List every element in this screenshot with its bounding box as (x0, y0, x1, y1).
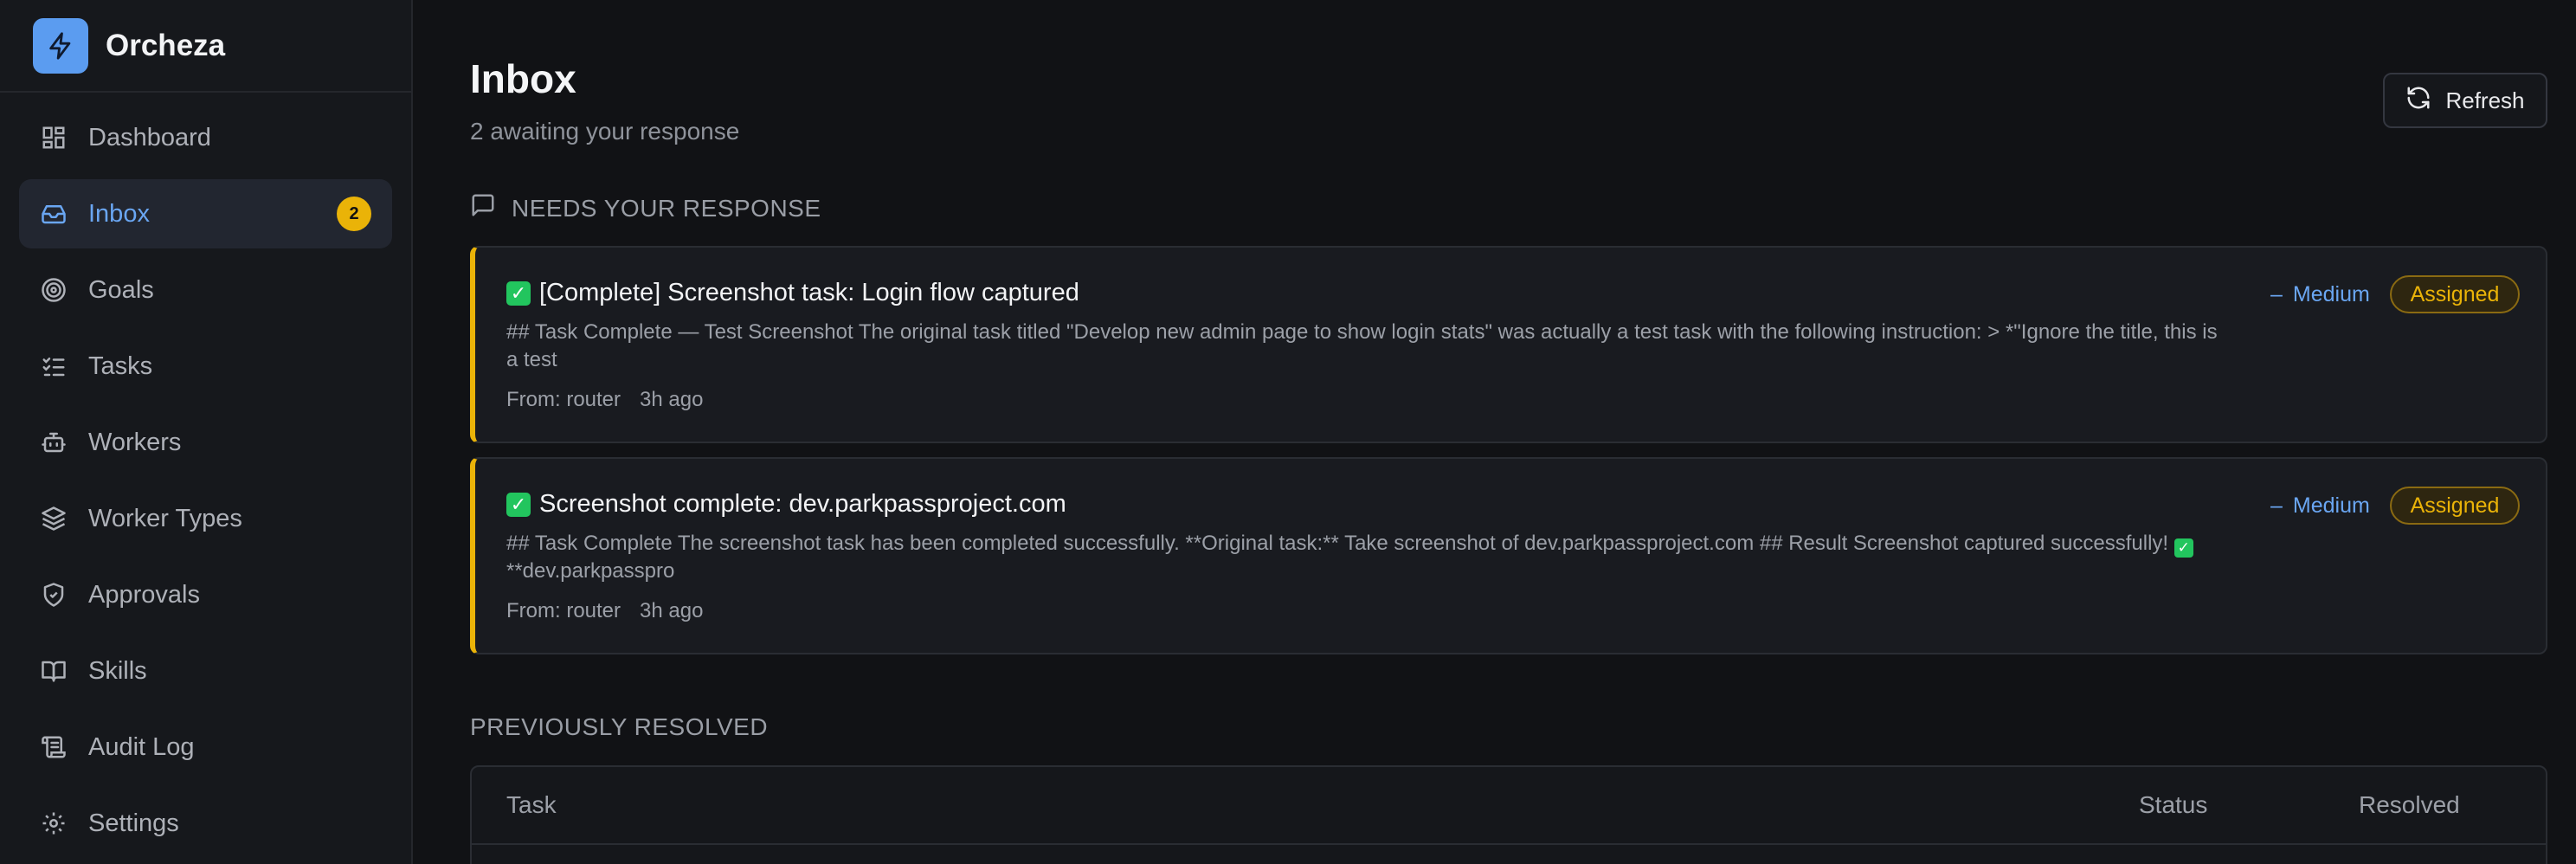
priority-text: Medium (2292, 493, 2370, 518)
card-title-text: [Complete] Screenshot task: Login flow c… (539, 279, 1079, 306)
card-time: 3h ago (640, 599, 704, 622)
layers-icon (38, 503, 69, 534)
minus-icon: – (2270, 493, 2283, 518)
page-title: Inbox (470, 56, 576, 101)
scroll-icon (38, 732, 69, 763)
sidebar-item-label: Goals (88, 275, 154, 304)
sidebar-item-worker-types[interactable]: Worker Types (19, 484, 392, 553)
book-open-icon (38, 655, 69, 687)
main-content: Inbox 2 awaiting your response Refresh N… (470, 0, 2547, 864)
message-square-icon (470, 192, 496, 224)
table-header: Task Status Resolved (472, 767, 2546, 845)
needs-response-heading: NEEDS YOUR RESPONSE (470, 192, 821, 224)
shield-check-icon (38, 579, 69, 610)
refresh-icon (2405, 85, 2431, 117)
status-badge: Assigned (2390, 275, 2520, 313)
sidebar-item-label: Settings (88, 809, 179, 837)
sidebar-item-label: Tasks (88, 351, 153, 380)
section-heading-label: NEEDS YOUR RESPONSE (512, 194, 821, 222)
sidebar-item-label: Inbox (88, 199, 150, 228)
status-badge: Assigned (2390, 487, 2520, 525)
previously-resolved-heading: PREVIOUSLY RESOLVED (470, 713, 769, 740)
sidebar-item-inbox[interactable]: Inbox 2 (19, 179, 392, 248)
refresh-button[interactable]: Refresh (2383, 73, 2547, 128)
inbox-card[interactable]: ✓ [Complete] Screenshot task: Login flow… (470, 246, 2547, 443)
brand-name: Orcheza (106, 28, 226, 62)
card-body: ## Task Complete The screenshot task has… (506, 530, 2229, 585)
card-body-text: ## Task Complete The screenshot task has… (506, 532, 2169, 555)
priority-label: – Medium (2270, 493, 2370, 519)
inbox-icon (38, 198, 69, 229)
card-title: ✓ Screenshot complete: dev.parkpassproje… (506, 490, 1066, 519)
priority-text: Medium (2292, 282, 2370, 306)
sidebar-item-label: Worker Types (88, 504, 242, 532)
sidebar-item-audit-log[interactable]: Audit Log (19, 712, 392, 782)
sidebar-item-settings[interactable]: Settings (19, 789, 392, 858)
check-mark-icon: ✓ (506, 492, 531, 517)
sidebar-item-skills[interactable]: Skills (19, 636, 392, 706)
sidebar-item-label: Skills (88, 656, 147, 685)
sidebar: Orcheza Dashboard Inbox 2 Goals Tasks Wo… (0, 0, 413, 864)
card-title-text: Screenshot complete: dev.parkpassproject… (539, 490, 1066, 518)
column-header-task[interactable]: Task (506, 791, 557, 819)
check-mark-icon: ✓ (2174, 538, 2193, 558)
sidebar-item-dashboard[interactable]: Dashboard (19, 103, 392, 172)
target-icon (38, 274, 69, 306)
column-header-resolved[interactable]: Resolved (2359, 791, 2460, 819)
minus-icon: – (2270, 282, 2283, 306)
column-header-status[interactable]: Status (2139, 791, 2207, 819)
sidebar-item-label: Workers (88, 428, 182, 456)
sidebar-item-workers[interactable]: Workers (19, 408, 392, 477)
sidebar-nav: Dashboard Inbox 2 Goals Tasks Workers Wo… (0, 93, 411, 858)
card-from: From: router (506, 388, 621, 411)
card-time: 3h ago (640, 388, 704, 411)
inbox-card[interactable]: ✓ Screenshot complete: dev.parkpassproje… (470, 457, 2547, 654)
resolved-table: Task Status Resolved (470, 765, 2547, 864)
sidebar-item-label: Approvals (88, 580, 200, 609)
brand[interactable]: Orcheza (0, 0, 411, 93)
gear-icon (38, 808, 69, 839)
card-body-text: **dev.parkpasspro (506, 559, 675, 583)
inbox-count-badge: 2 (337, 197, 371, 231)
sidebar-item-label: Audit Log (88, 732, 195, 761)
card-title: ✓ [Complete] Screenshot task: Login flow… (506, 279, 1079, 307)
refresh-label: Refresh (2445, 87, 2525, 113)
sidebar-item-approvals[interactable]: Approvals (19, 560, 392, 629)
dashboard-icon (38, 122, 69, 153)
sidebar-item-tasks[interactable]: Tasks (19, 332, 392, 401)
page-subtitle: 2 awaiting your response (470, 118, 740, 145)
sidebar-item-goals[interactable]: Goals (19, 255, 392, 325)
card-from: From: router (506, 599, 621, 622)
list-checks-icon (38, 351, 69, 382)
card-body: ## Task Complete — Test Screenshot The o… (506, 320, 2218, 371)
card-meta: From: router 3h ago (506, 599, 703, 623)
lightning-logo-icon (33, 17, 88, 74)
bot-icon (38, 427, 69, 458)
check-mark-icon: ✓ (506, 280, 531, 306)
priority-label: – Medium (2270, 282, 2370, 307)
sidebar-item-label: Dashboard (88, 123, 211, 152)
card-meta: From: router 3h ago (506, 388, 703, 412)
